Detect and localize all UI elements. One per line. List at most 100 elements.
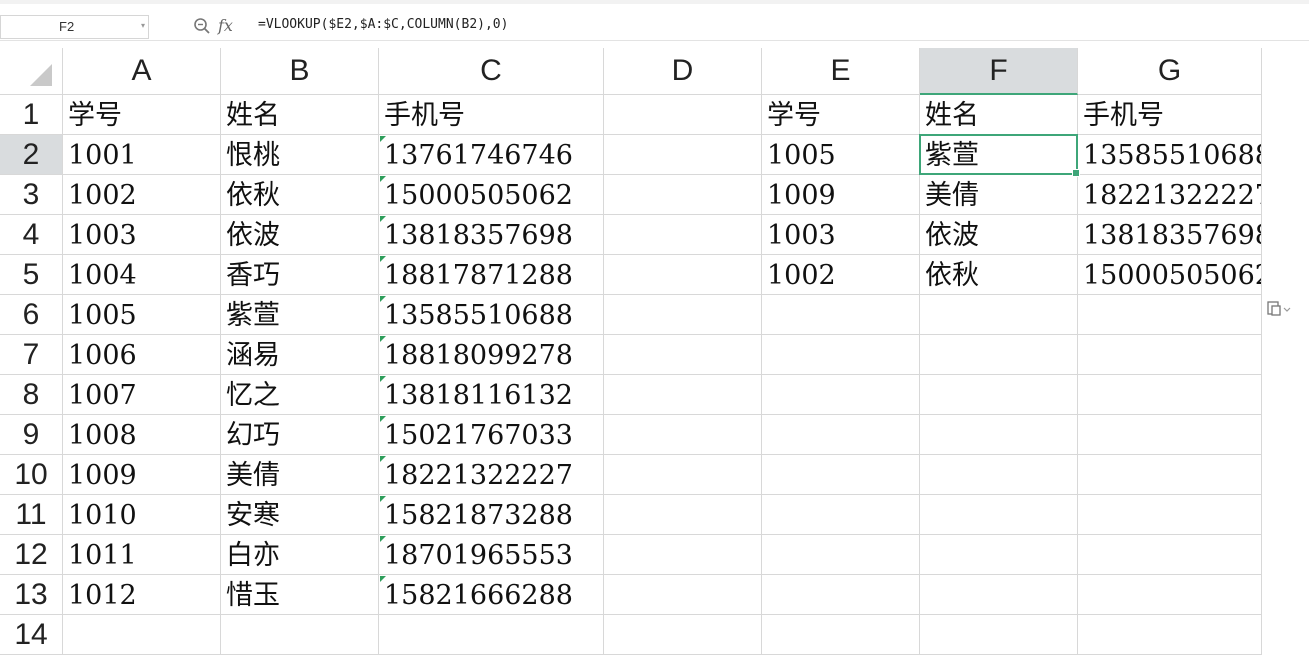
cell-a11[interactable]: 1010 xyxy=(63,495,221,535)
column-header-f[interactable]: F xyxy=(920,48,1078,95)
column-header-g[interactable]: G xyxy=(1078,48,1262,95)
cell-f5[interactable]: 依秋 xyxy=(920,255,1078,295)
cell-a10[interactable]: 1009 xyxy=(63,455,221,495)
cell-b12[interactable]: 白亦 xyxy=(221,535,379,575)
cell-g11[interactable] xyxy=(1078,495,1262,535)
column-header-b[interactable]: B xyxy=(221,48,379,95)
row-header-4[interactable]: 4 xyxy=(0,215,63,255)
cell-f14[interactable] xyxy=(920,615,1078,655)
cell-c11[interactable]: 15821873288 xyxy=(379,495,604,535)
cell-a2[interactable]: 1001 xyxy=(63,135,221,175)
cell-c1[interactable]: 手机号 xyxy=(379,95,604,135)
cell-c8[interactable]: 13818116132 xyxy=(379,375,604,415)
row-header-2[interactable]: 2 xyxy=(0,135,63,175)
column-header-d[interactable]: D xyxy=(604,48,762,95)
cell-c9[interactable]: 15021767033 xyxy=(379,415,604,455)
cell-b13[interactable]: 惜玉 xyxy=(221,575,379,615)
row-header-12[interactable]: 12 xyxy=(0,535,63,575)
row-header-7[interactable]: 7 xyxy=(0,335,63,375)
row-header-9[interactable]: 9 xyxy=(0,415,63,455)
cell-g8[interactable] xyxy=(1078,375,1262,415)
cell-c12[interactable]: 18701965553 xyxy=(379,535,604,575)
cell-f10[interactable] xyxy=(920,455,1078,495)
cell-f7[interactable] xyxy=(920,335,1078,375)
cell-e3[interactable]: 1009 xyxy=(762,175,920,215)
cell-c4[interactable]: 13818357698 xyxy=(379,215,604,255)
cell-a12[interactable]: 1011 xyxy=(63,535,221,575)
cell-f1[interactable]: 姓名 xyxy=(920,95,1078,135)
cell-g12[interactable] xyxy=(1078,535,1262,575)
cell-g3[interactable]: 18221322227 xyxy=(1078,175,1262,215)
cell-d9[interactable] xyxy=(604,415,762,455)
row-header-8[interactable]: 8 xyxy=(0,375,63,415)
cell-b1[interactable]: 姓名 xyxy=(221,95,379,135)
cell-d12[interactable] xyxy=(604,535,762,575)
cell-f3[interactable]: 美倩 xyxy=(920,175,1078,215)
row-header-10[interactable]: 10 xyxy=(0,455,63,495)
cell-a6[interactable]: 1005 xyxy=(63,295,221,335)
cell-c5[interactable]: 18817871288 xyxy=(379,255,604,295)
cell-b5[interactable]: 香巧 xyxy=(221,255,379,295)
cell-d5[interactable] xyxy=(604,255,762,295)
row-header-13[interactable]: 13 xyxy=(0,575,63,615)
cell-a3[interactable]: 1002 xyxy=(63,175,221,215)
cell-c14[interactable] xyxy=(379,615,604,655)
column-header-a[interactable]: A xyxy=(63,48,221,95)
cell-d13[interactable] xyxy=(604,575,762,615)
row-header-14[interactable]: 14 xyxy=(0,615,63,655)
cell-b3[interactable]: 依秋 xyxy=(221,175,379,215)
cell-c13[interactable]: 15821666288 xyxy=(379,575,604,615)
cell-a13[interactable]: 1012 xyxy=(63,575,221,615)
cell-a5[interactable]: 1004 xyxy=(63,255,221,295)
cell-e6[interactable] xyxy=(762,295,920,335)
cell-a4[interactable]: 1003 xyxy=(63,215,221,255)
cell-f8[interactable] xyxy=(920,375,1078,415)
row-header-11[interactable]: 11 xyxy=(0,495,63,535)
column-header-e[interactable]: E xyxy=(762,48,920,95)
cell-g5[interactable]: 15000505062 xyxy=(1078,255,1262,295)
cell-f11[interactable] xyxy=(920,495,1078,535)
cell-e11[interactable] xyxy=(762,495,920,535)
cell-e1[interactable]: 学号 xyxy=(762,95,920,135)
cell-f9[interactable] xyxy=(920,415,1078,455)
cell-d6[interactable] xyxy=(604,295,762,335)
cell-e10[interactable] xyxy=(762,455,920,495)
cell-b10[interactable]: 美倩 xyxy=(221,455,379,495)
cell-e9[interactable] xyxy=(762,415,920,455)
cell-b2[interactable]: 恨桃 xyxy=(221,135,379,175)
cell-b4[interactable]: 依波 xyxy=(221,215,379,255)
cell-d7[interactable] xyxy=(604,335,762,375)
cell-d2[interactable] xyxy=(604,135,762,175)
cell-a1[interactable]: 学号 xyxy=(63,95,221,135)
cell-c7[interactable]: 18818099278 xyxy=(379,335,604,375)
cell-g10[interactable] xyxy=(1078,455,1262,495)
cell-g1[interactable]: 手机号 xyxy=(1078,95,1262,135)
fill-handle[interactable] xyxy=(1072,169,1080,177)
cell-f13[interactable] xyxy=(920,575,1078,615)
cell-e12[interactable] xyxy=(762,535,920,575)
cell-b11[interactable]: 安寒 xyxy=(221,495,379,535)
zoom-icon[interactable] xyxy=(193,17,211,35)
cell-b7[interactable]: 涵易 xyxy=(221,335,379,375)
cell-d1[interactable] xyxy=(604,95,762,135)
cell-c2[interactable]: 13761746746 xyxy=(379,135,604,175)
cell-d11[interactable] xyxy=(604,495,762,535)
cell-e14[interactable] xyxy=(762,615,920,655)
paste-options-icon[interactable] xyxy=(1266,300,1296,320)
fx-icon[interactable]: fx xyxy=(218,16,233,35)
cell-b14[interactable] xyxy=(221,615,379,655)
cell-g7[interactable] xyxy=(1078,335,1262,375)
cell-e5[interactable]: 1002 xyxy=(762,255,920,295)
cell-b8[interactable]: 忆之 xyxy=(221,375,379,415)
cell-e7[interactable] xyxy=(762,335,920,375)
cell-f6[interactable] xyxy=(920,295,1078,335)
select-all-corner[interactable] xyxy=(0,48,63,95)
cell-g13[interactable] xyxy=(1078,575,1262,615)
cell-d3[interactable] xyxy=(604,175,762,215)
cell-g6[interactable] xyxy=(1078,295,1262,335)
column-header-c[interactable]: C xyxy=(379,48,604,95)
cell-a8[interactable]: 1007 xyxy=(63,375,221,415)
cell-c10[interactable]: 18221322227 xyxy=(379,455,604,495)
cell-f4[interactable]: 依波 xyxy=(920,215,1078,255)
cell-b6[interactable]: 紫萱 xyxy=(221,295,379,335)
